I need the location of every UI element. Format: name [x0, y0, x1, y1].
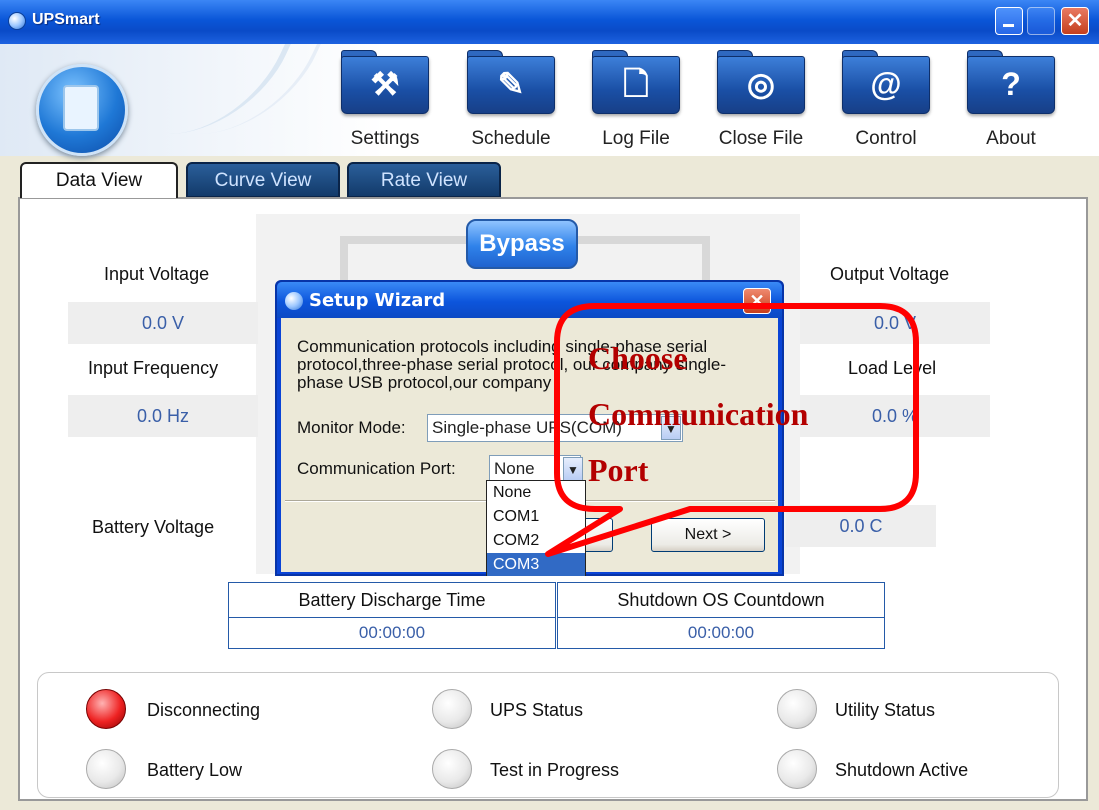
- input-voltage-value: 0.0 V: [68, 302, 258, 344]
- close-button[interactable]: ✕: [1061, 7, 1089, 35]
- disc-icon: ◎: [747, 66, 775, 102]
- tab-rate-view[interactable]: Rate View: [347, 162, 501, 198]
- dialog-title: Setup Wizard: [309, 290, 446, 311]
- input-frequency-label: Input Frequency: [88, 358, 219, 378]
- close-icon: ✕: [1066, 10, 1084, 32]
- load-level-value: 0.0 %: [800, 395, 990, 437]
- document-icon: [63, 85, 99, 131]
- app-logo: [36, 64, 128, 156]
- title-bar: [0, 0, 1099, 44]
- shutdown-countdown-value: 00:00:00: [557, 617, 885, 649]
- toolbar-label: Log File: [602, 128, 670, 149]
- status-led-red: [86, 689, 126, 729]
- port-option-com1[interactable]: COM1: [487, 505, 585, 528]
- status-led: [777, 689, 817, 729]
- status-led: [86, 749, 126, 789]
- pencil-icon: ✎: [497, 66, 525, 102]
- close-file-button[interactable]: ◎ Close File: [711, 44, 811, 156]
- status-label: Test in Progress: [490, 760, 620, 780]
- status-led: [432, 749, 472, 789]
- port-option-com3[interactable]: COM3: [487, 553, 585, 576]
- discharge-time-label: Battery Discharge Time: [228, 582, 556, 618]
- log-file-button[interactable]: 🗋 Log File: [586, 44, 686, 156]
- communication-port-label: Communication Port:: [297, 459, 456, 478]
- toolbar-label: About: [986, 128, 1036, 149]
- maximize-button[interactable]: [1027, 7, 1055, 35]
- settings-button[interactable]: ⚒ Settings: [335, 44, 435, 156]
- toolbar-label: Settings: [350, 128, 420, 149]
- app-icon: [285, 292, 303, 310]
- port-dropdown-list: None COM1 COM2 COM3: [486, 480, 586, 576]
- next-button[interactable]: Next >: [651, 518, 765, 552]
- status-label: Utility Status: [835, 700, 936, 720]
- load-level-label: Load Level: [848, 358, 937, 378]
- temperature-value: 0.0 C: [786, 505, 936, 547]
- annotation-text-line: Port: [588, 452, 649, 488]
- annotation-text-line: Communication: [588, 396, 809, 432]
- discharge-time-value: 00:00:00: [228, 617, 556, 649]
- annotation-text-line: Choose: [588, 340, 688, 376]
- tab-curve-view[interactable]: Curve View: [186, 162, 340, 198]
- chevron-down-icon[interactable]: ▼: [563, 457, 583, 481]
- monitor-mode-label: Monitor Mode:: [297, 418, 406, 437]
- output-voltage-label: Output Voltage: [830, 264, 950, 284]
- schedule-button[interactable]: ✎ Schedule: [461, 44, 561, 156]
- about-button[interactable]: ? About: [961, 44, 1061, 156]
- status-label: Shutdown Active: [835, 760, 969, 780]
- input-voltage-label: Input Voltage: [104, 264, 210, 284]
- port-option-none[interactable]: None: [487, 481, 585, 504]
- status-label: UPS Status: [490, 700, 584, 720]
- battery-voltage-label: Battery Voltage: [92, 517, 215, 537]
- dialog-close-button[interactable]: ✕: [743, 288, 771, 314]
- output-voltage-value: 0.0 V: [800, 302, 990, 344]
- shutdown-countdown-label: Shutdown OS Countdown: [557, 582, 885, 618]
- question-icon: ?: [1001, 66, 1021, 102]
- hammer-icon: ⚒: [370, 66, 400, 102]
- tab-data-view[interactable]: Data View: [20, 162, 178, 198]
- document-icon: 🗋: [623, 66, 649, 102]
- communication-port-value: None: [494, 459, 535, 478]
- input-frequency-value: 0.0 Hz: [68, 395, 258, 437]
- app-icon: [8, 12, 26, 30]
- close-icon: ✕: [749, 291, 765, 311]
- status-label: Battery Low: [147, 760, 243, 780]
- status-led: [432, 689, 472, 729]
- bypass-indicator: Bypass: [466, 219, 578, 269]
- window-title: UPSmart: [32, 11, 100, 28]
- control-button[interactable]: @ Control: [836, 44, 936, 156]
- toolbar-label: Schedule: [471, 128, 551, 149]
- minimize-button[interactable]: [995, 7, 1023, 35]
- at-sign-icon: @: [870, 66, 902, 102]
- port-option-com2[interactable]: COM2: [487, 529, 585, 552]
- toolbar-label: Control: [855, 128, 917, 149]
- toolbar-label: Close File: [718, 128, 804, 149]
- status-label: Disconnecting: [147, 700, 261, 720]
- status-led: [777, 749, 817, 789]
